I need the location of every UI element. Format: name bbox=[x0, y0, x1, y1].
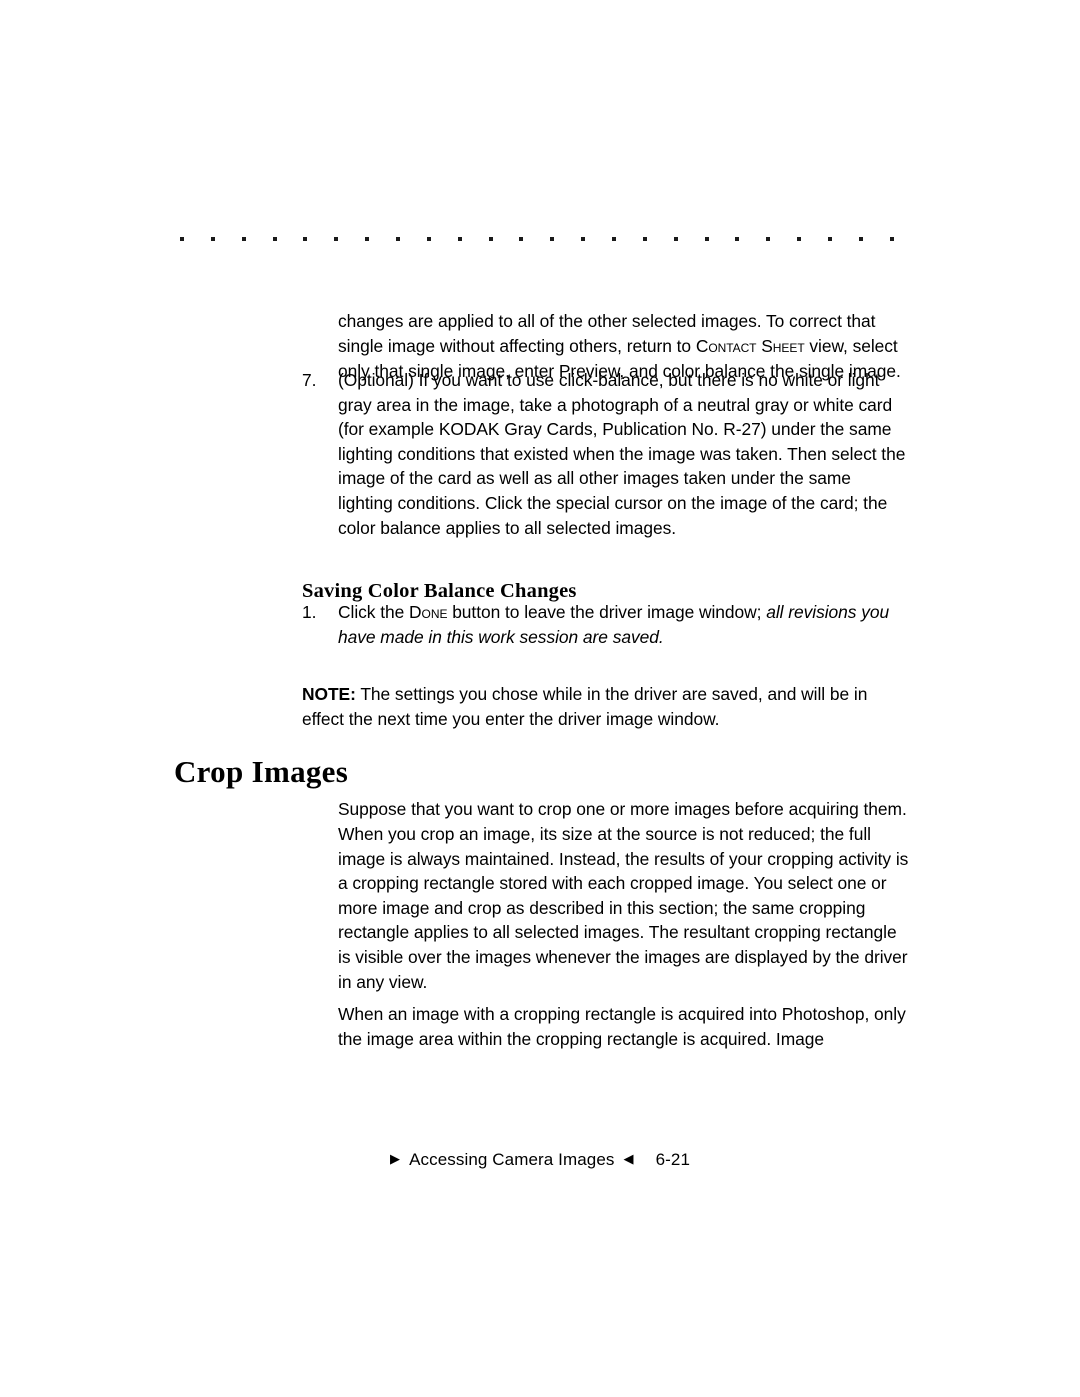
rule-dot bbox=[334, 237, 339, 241]
note-label: NOTE: bbox=[302, 684, 356, 705]
rule-dot bbox=[889, 237, 894, 241]
rule-dot bbox=[210, 237, 215, 241]
rule-dot bbox=[457, 237, 462, 241]
list-item-number: 7. bbox=[302, 370, 317, 390]
step1-text-part-1: Click the bbox=[338, 602, 410, 622]
done-button-smallcaps: Done bbox=[409, 602, 448, 622]
crop-paragraph-2: When an image with a cropping rectangle … bbox=[338, 1004, 906, 1049]
note-text: The settings you chose while in the driv… bbox=[302, 684, 868, 729]
list-item-text: Click the Done button to leave the drive… bbox=[338, 600, 910, 649]
rule-dot bbox=[426, 237, 431, 241]
left-triangle-icon: ▶ bbox=[389, 1151, 401, 1166]
list-item-text: (Optional) If you want to use click-bala… bbox=[338, 370, 906, 538]
rule-dot bbox=[396, 237, 401, 241]
crop-paragraph-1: Suppose that you want to crop one or mor… bbox=[338, 799, 909, 992]
chapter-heading: Crop Images bbox=[174, 753, 349, 789]
rule-dot bbox=[581, 237, 586, 241]
rule-dot bbox=[550, 237, 555, 241]
right-triangle-icon: ◀ bbox=[623, 1151, 634, 1166]
rule-dot bbox=[858, 237, 863, 241]
page-footer: ▶ Accessing Camera Images ◀ 6-21 bbox=[0, 1150, 1080, 1170]
footer-title: Accessing Camera Images bbox=[409, 1150, 615, 1169]
rule-dot bbox=[180, 237, 184, 241]
rule-dot bbox=[704, 237, 709, 241]
list-item: 7. (Optional) If you want to use click-b… bbox=[302, 368, 910, 540]
rule-dot bbox=[828, 237, 833, 241]
list-item: 1. Click the Done button to leave the dr… bbox=[302, 600, 910, 649]
rule-dot bbox=[272, 237, 277, 241]
rule-dot bbox=[642, 237, 647, 241]
rule-dot bbox=[766, 237, 771, 241]
rule-dot bbox=[519, 237, 524, 241]
rule-dot bbox=[673, 237, 678, 241]
rule-dot bbox=[797, 237, 802, 241]
note-paragraph: NOTE: The settings you chose while in th… bbox=[302, 682, 910, 731]
rule-dot bbox=[365, 237, 370, 241]
rule-dot bbox=[612, 237, 617, 241]
step1-text-part-2: button to leave the driver image window; bbox=[447, 602, 767, 622]
rule-dot bbox=[241, 237, 246, 241]
list-item-number: 1. bbox=[302, 602, 317, 622]
document-page: changes are applied to all of the other … bbox=[0, 0, 1080, 1397]
contact-sheet-smallcaps: Contact Sheet bbox=[695, 335, 805, 356]
rule-dot bbox=[735, 237, 740, 241]
rule-dot bbox=[303, 237, 308, 241]
dotted-rule-decoration bbox=[180, 236, 894, 242]
page-number: 6-21 bbox=[655, 1150, 691, 1169]
rule-dot bbox=[488, 237, 493, 241]
